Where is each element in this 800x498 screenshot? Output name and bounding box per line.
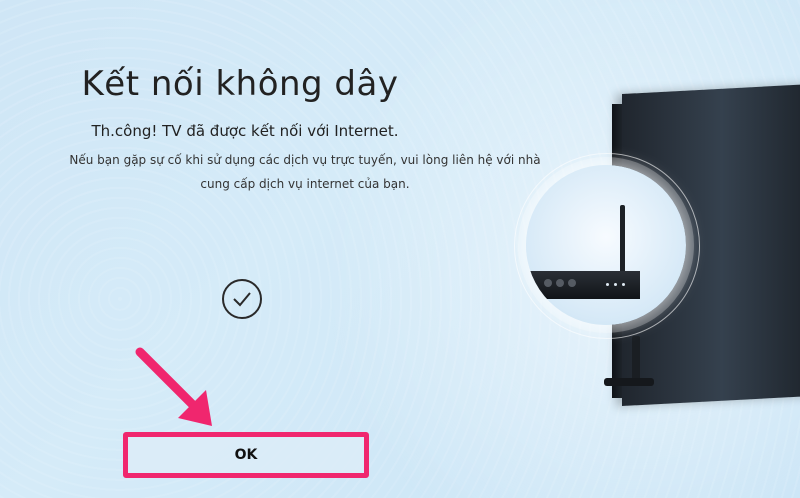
router-antenna (620, 205, 625, 273)
router-led (606, 283, 609, 286)
ok-button[interactable]: OK (123, 432, 369, 478)
router-led (622, 283, 625, 286)
help-text: Nếu bạn gặp sự cố khi sử dụng các dịch v… (0, 148, 610, 196)
help-text-line-1: Nếu bạn gặp sự cố khi sử dụng các dịch v… (69, 153, 541, 167)
router-led (614, 283, 617, 286)
router-port (568, 279, 576, 287)
router-port (544, 279, 552, 287)
router-port (556, 279, 564, 287)
connection-status-text: Th.công! TV đã được kết nối với Internet… (91, 122, 399, 140)
router-zoom-illustration (526, 165, 686, 325)
arrow-pointer-icon (135, 347, 212, 426)
page-title: Kết nối không dây (81, 64, 399, 104)
help-text-line-2: cung cấp dịch vụ internet của bạn. (200, 177, 410, 191)
checkmark-icon (222, 279, 262, 319)
tv-stand-foot (604, 378, 654, 386)
